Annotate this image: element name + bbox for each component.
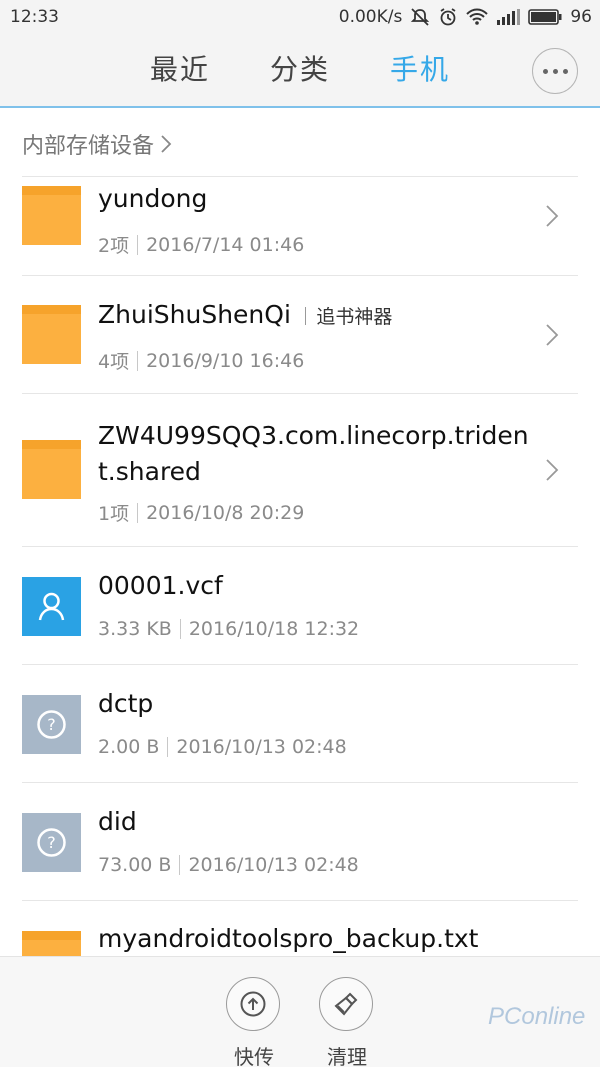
tab-category[interactable]: 分类 xyxy=(270,48,330,88)
breadcrumb[interactable]: 内部存储设备 xyxy=(22,128,172,160)
folder-icon xyxy=(22,186,81,245)
tab-phone[interactable]: 手机 xyxy=(390,48,450,88)
svg-text:?: ? xyxy=(47,715,56,734)
dot-icon xyxy=(542,68,548,74)
chevron-right-icon xyxy=(546,324,559,346)
file-date: 2016/10/8 20:29 xyxy=(146,501,305,524)
meta-separator xyxy=(179,619,181,639)
meta-separator xyxy=(167,737,169,757)
dot-icon xyxy=(562,68,568,74)
list-item[interactable]: ZW4U99SQQ3.com.linecorp.triden t.shared … xyxy=(22,393,578,546)
file-name: ZhuiShuShenQi 追书神器 xyxy=(98,297,392,335)
chevron-right-icon xyxy=(546,205,559,227)
battery-level: 96 xyxy=(570,7,592,27)
meta-separator xyxy=(137,502,139,523)
quick-transfer-button[interactable]: 快传 xyxy=(226,977,282,1067)
file-name-text: ZhuiShuShenQi xyxy=(98,300,291,329)
alarm-icon xyxy=(438,7,458,27)
list-item[interactable]: 00001.vcf 3.33 KB 2016/10/18 12:32 xyxy=(22,546,578,664)
list-item[interactable]: ? dctp 2.00 B 2016/10/13 02:48 xyxy=(22,664,578,782)
more-options-button[interactable] xyxy=(532,48,578,94)
network-speed: 0.00K/s xyxy=(338,7,403,27)
chevron-right-icon xyxy=(546,459,559,481)
tab-recent[interactable]: 最近 xyxy=(150,48,210,88)
wifi-icon xyxy=(466,8,489,26)
quick-transfer-label: 快传 xyxy=(234,1045,274,1067)
meta-separator xyxy=(137,234,139,255)
file-name: yundong xyxy=(98,184,208,213)
file-date: 2016/10/18 12:32 xyxy=(188,618,360,640)
file-meta: 73.00 B 2016/10/13 02:48 xyxy=(98,854,359,876)
breadcrumb-storage[interactable]: 内部存储设备 xyxy=(22,128,154,160)
file-meta: 2.00 B 2016/10/13 02:48 xyxy=(98,736,347,758)
unknown-file-icon: ? xyxy=(22,813,81,872)
file-size: 2.00 B xyxy=(98,736,160,758)
item-count: 2项 xyxy=(98,235,130,257)
file-meta: 1项 2016/10/8 20:29 xyxy=(98,499,304,526)
file-name: ZW4U99SQQ3.com.linecorp.triden t.shared xyxy=(98,418,529,490)
file-name-line: ZW4U99SQQ3.com.linecorp.triden xyxy=(98,421,529,450)
upload-icon xyxy=(226,977,280,1031)
status-icons: 0.00K/s 96 xyxy=(339,7,592,27)
mute-icon xyxy=(410,7,430,27)
file-list: yundong 2项 2016/7/14 01:46 ZhuiShuShenQi 追… xyxy=(0,176,600,990)
battery-icon xyxy=(528,9,562,25)
meta-separator xyxy=(137,350,139,371)
list-item[interactable]: myandroidtoolspro_backup.txt xyxy=(22,900,578,990)
file-meta: 2项 2016/7/14 01:46 xyxy=(98,231,304,258)
status-time: 12:33 xyxy=(10,7,59,27)
file-name: did xyxy=(98,807,137,836)
contact-file-icon xyxy=(22,577,81,636)
file-size: 73.00 B xyxy=(98,854,172,876)
chevron-right-icon xyxy=(161,135,172,153)
svg-text:?: ? xyxy=(47,833,56,852)
folder-icon xyxy=(22,440,81,499)
list-item[interactable]: ZhuiShuShenQi 追书神器 4项 2016/9/10 16:46 xyxy=(22,275,578,393)
meta-separator xyxy=(179,855,181,875)
item-count: 1项 xyxy=(98,503,130,525)
file-date: 2016/9/10 16:46 xyxy=(146,349,305,372)
file-meta: 3.33 KB 2016/10/18 12:32 xyxy=(98,618,359,640)
file-date: 2016/10/13 02:48 xyxy=(176,736,347,758)
file-name: 00001.vcf xyxy=(98,571,223,600)
clean-label: 清理 xyxy=(327,1045,367,1067)
file-name-line: t.shared xyxy=(98,457,201,486)
file-date: 2016/7/14 01:46 xyxy=(146,233,305,256)
status-bar: 12:33 0.00K/s 96 xyxy=(0,0,600,34)
item-count: 4项 xyxy=(98,351,130,373)
broom-icon xyxy=(319,977,373,1031)
dot-icon xyxy=(552,68,558,74)
file-date: 2016/10/13 02:48 xyxy=(188,854,359,876)
file-meta: 4项 2016/9/10 16:46 xyxy=(98,347,304,374)
list-item[interactable]: yundong 2项 2016/7/14 01:46 xyxy=(22,176,578,275)
file-name: dctp xyxy=(98,689,154,718)
folder-icon xyxy=(22,305,81,364)
file-name: myandroidtoolspro_backup.txt xyxy=(98,924,479,953)
clean-button[interactable]: 清理 xyxy=(319,977,375,1067)
file-size: 3.33 KB xyxy=(98,618,172,640)
header: 最近 分类 手机 xyxy=(0,34,600,108)
signal-icon xyxy=(496,9,521,25)
file-alias: 追书神器 xyxy=(316,306,393,328)
unknown-file-icon: ? xyxy=(22,695,81,754)
alias-separator xyxy=(304,307,307,325)
watermark-logo: PConline xyxy=(488,1003,586,1030)
list-item[interactable]: ? did 73.00 B 2016/10/13 02:48 xyxy=(22,782,578,900)
